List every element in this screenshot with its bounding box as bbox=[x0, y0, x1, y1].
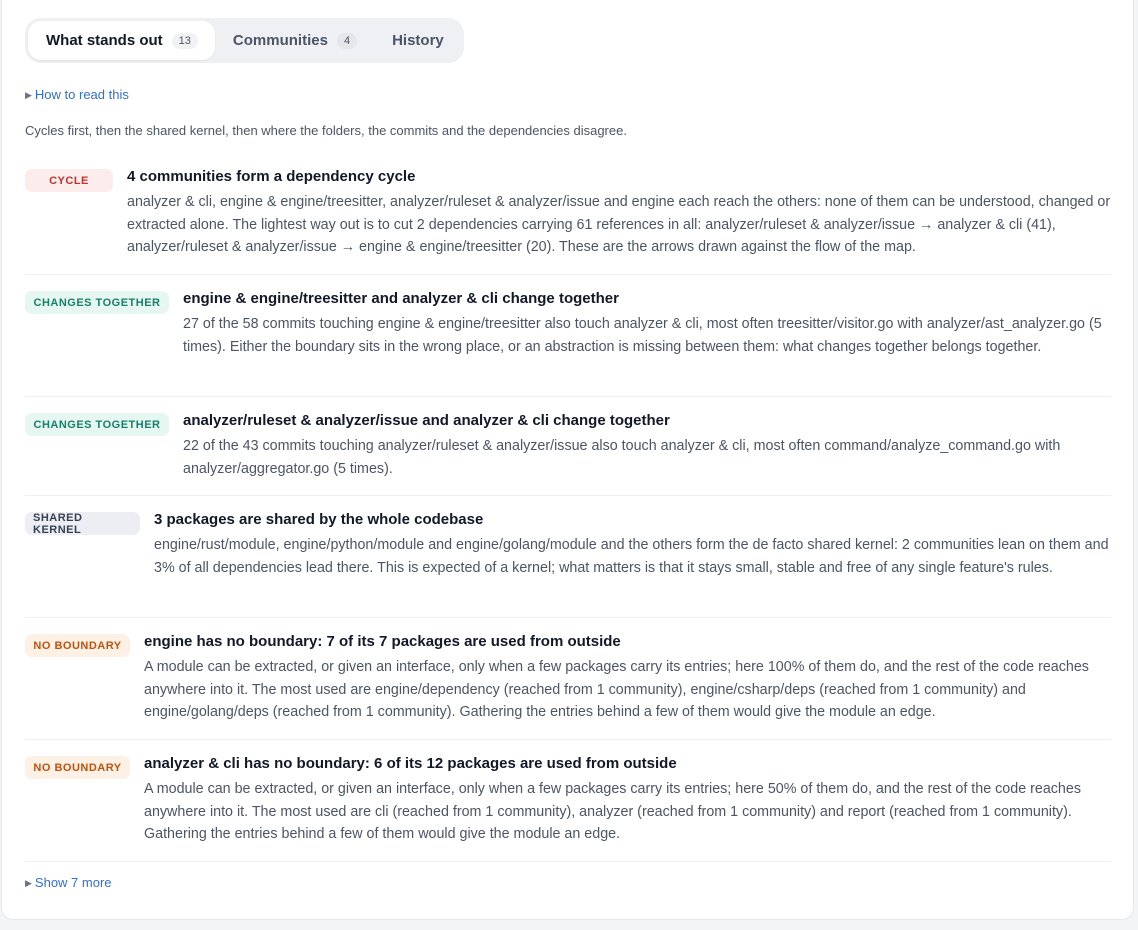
tab-count-badge: 13 bbox=[171, 32, 198, 49]
finding-title: engine has no boundary: 7 of its 7 packa… bbox=[144, 633, 621, 650]
finding-item: NO BOUNDARY engine has no boundary: 7 of… bbox=[25, 633, 1111, 740]
changes-together-badge: CHANGES TOGETHER bbox=[25, 413, 169, 436]
finding-title: 3 packages are shared by the whole codeb… bbox=[154, 511, 484, 528]
disclosure-triangle-icon: ▶ bbox=[25, 878, 32, 888]
tab-label: History bbox=[392, 32, 444, 49]
finding-item: SHARED KERNEL 3 packages are shared by t… bbox=[25, 511, 1111, 618]
finding-title: analyzer & cli has no boundary: 6 of its… bbox=[144, 755, 677, 772]
finding-body: 3 packages are shared by the whole codeb… bbox=[140, 511, 1111, 617]
how-to-read-label: How to read this bbox=[34, 87, 129, 102]
no-boundary-badge: NO BOUNDARY bbox=[25, 634, 130, 657]
how-to-read-toggle[interactable]: ▶ How to read this bbox=[25, 87, 129, 102]
tab-label: Communities bbox=[232, 32, 328, 49]
finding-text: engine/rust/module, engine/python/module… bbox=[154, 537, 1109, 576]
no-boundary-badge: NO BOUNDARY bbox=[25, 756, 130, 779]
shared-kernel-badge: SHARED KERNEL bbox=[25, 512, 140, 536]
finding-body: engine has no boundary: 7 of its 7 packa… bbox=[130, 633, 1111, 739]
tab-what-stands-out[interactable]: What stands out 13 bbox=[28, 21, 215, 60]
finding-text: A module can be extracted, or given an i… bbox=[144, 659, 1089, 720]
tab-label: What stands out bbox=[46, 32, 163, 49]
show-more-label: Show 7 more bbox=[34, 875, 112, 890]
finding-item: CHANGES TOGETHER engine & engine/treesit… bbox=[25, 290, 1111, 397]
finding-item: NO BOUNDARY analyzer & cli has no bounda… bbox=[25, 755, 1111, 862]
finding-title: analyzer/ruleset & analyzer/issue and an… bbox=[183, 412, 670, 429]
cycle-badge: CYCLE bbox=[25, 169, 113, 192]
finding-text: 22 of the 43 commits touching analyzer/r… bbox=[183, 438, 1061, 477]
tab-communities[interactable]: Communities 4 bbox=[215, 21, 374, 60]
disclosure-triangle-icon: ▶ bbox=[25, 90, 32, 100]
finding-text: analyzer & cli, engine & engine/treesitt… bbox=[127, 194, 1111, 255]
finding-item: CHANGES TOGETHER analyzer/ruleset & anal… bbox=[25, 412, 1111, 496]
finding-item: CYCLE 4 communities form a dependency cy… bbox=[25, 168, 1111, 275]
tab-history[interactable]: History bbox=[374, 21, 461, 60]
tab-count-badge: 4 bbox=[336, 32, 358, 49]
finding-text: 27 of the 58 commits touching engine & e… bbox=[183, 316, 1102, 355]
finding-title: 4 communities form a dependency cycle bbox=[127, 168, 416, 185]
changes-together-badge: CHANGES TOGETHER bbox=[25, 291, 169, 314]
show-more-toggle[interactable]: ▶ Show 7 more bbox=[25, 875, 112, 890]
finding-body: analyzer/ruleset & analyzer/issue and an… bbox=[169, 412, 1111, 495]
view-tabs: What stands out 13 Communities 4 History bbox=[25, 18, 464, 63]
intro-text: Cycles first, then the shared kernel, th… bbox=[25, 123, 627, 138]
finding-body: engine & engine/treesitter and analyzer … bbox=[169, 290, 1111, 396]
finding-body: analyzer & cli has no boundary: 6 of its… bbox=[130, 755, 1111, 861]
finding-text: A module can be extracted, or given an i… bbox=[144, 781, 1081, 842]
finding-title: engine & engine/treesitter and analyzer … bbox=[183, 290, 619, 307]
finding-body: 4 communities form a dependency cycle an… bbox=[113, 168, 1111, 274]
